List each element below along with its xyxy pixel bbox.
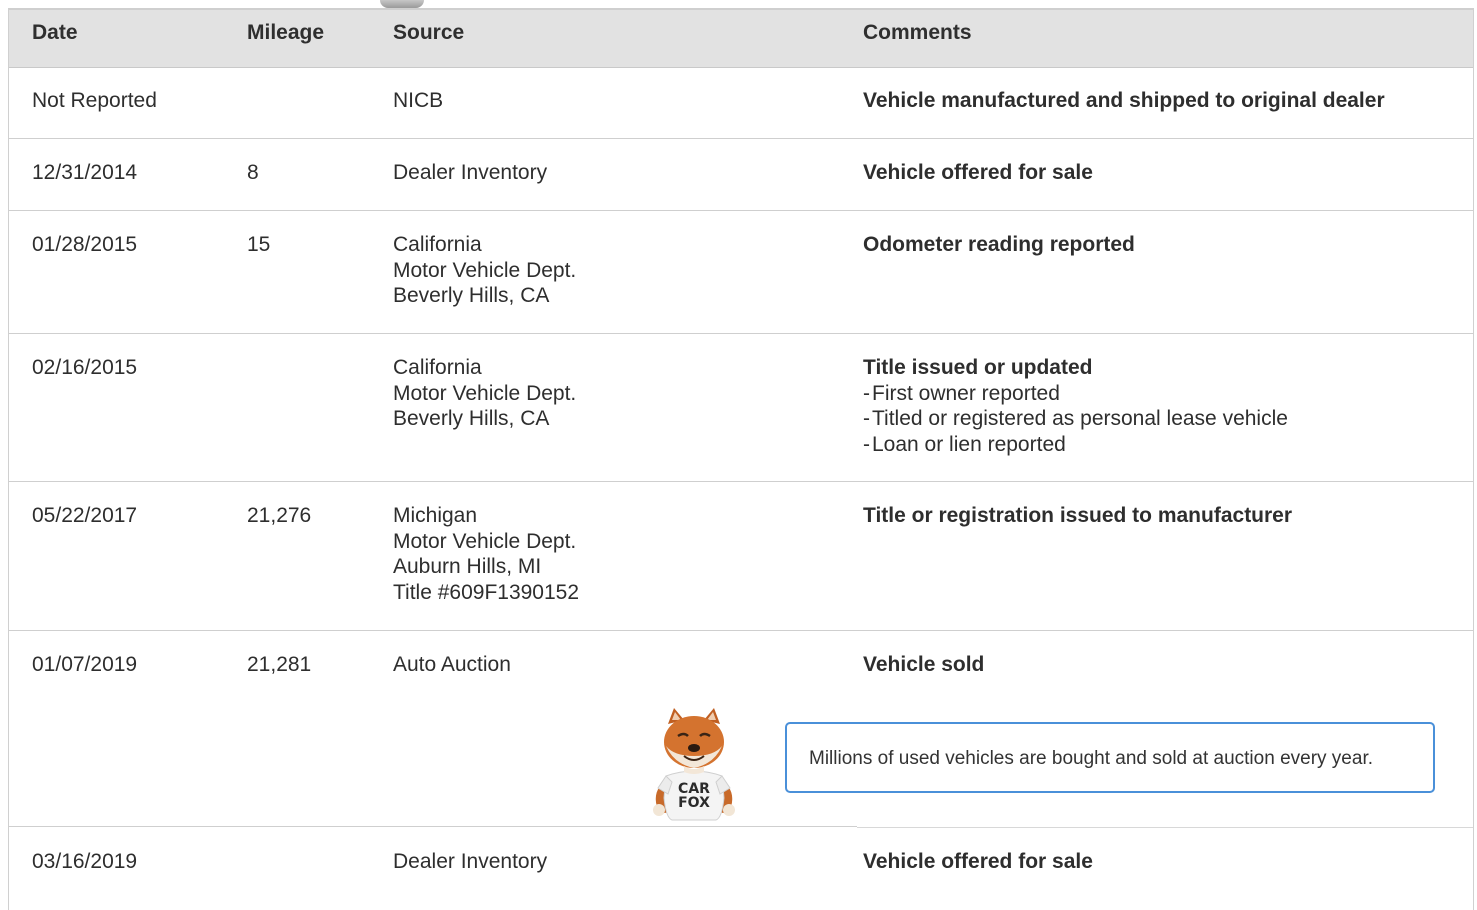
row-date: 12/31/2014 (32, 161, 138, 184)
source-line: Beverly Hills, CA (393, 284, 550, 307)
comment-detail-text: First owner reported (872, 381, 1060, 405)
table-header: Date Mileage Source Comments (9, 10, 1473, 68)
callout-text: Millions of used vehicles are bought and… (809, 748, 1373, 769)
comment-detail: -Loan or lien reported (863, 432, 1066, 456)
row-comments: Vehicle offered for sale (863, 160, 1093, 186)
source-line: Motor Vehicle Dept. (393, 258, 577, 282)
row-date: 03/16/2019 (32, 850, 138, 873)
comment-detail-text: Titled or registered as personal lease v… (872, 407, 1288, 430)
source-line: Auburn Hills, MI (393, 555, 542, 578)
row-mileage: 8 (247, 161, 259, 184)
row-mileage: 15 (247, 233, 271, 256)
row-divider (9, 333, 1473, 334)
header-date: Date (32, 21, 78, 44)
source-line: Title #609F1390152 (393, 580, 580, 604)
carfox-mascot-icon: CAR FOX (653, 708, 735, 821)
source-line: Motor Vehicle Dept. (393, 381, 577, 405)
source-line: California (393, 356, 482, 379)
row-comments: Title or registration issued to manufact… (863, 503, 1292, 529)
header-mileage: Mileage (247, 21, 325, 44)
source-line: Michigan (393, 504, 478, 527)
source-line: Auto Auction (393, 653, 511, 676)
row-divider (9, 630, 1473, 631)
comment-detail-text: Loan or lien reported (872, 432, 1066, 456)
row-comments: Vehicle manufactured and shipped to orig… (863, 88, 1385, 114)
top-mascot-fragment (380, 0, 424, 8)
row-comments: Odometer reading reported (863, 232, 1135, 258)
row-source: Dealer Inventory (393, 849, 547, 875)
row-comments: Vehicle sold (863, 652, 984, 678)
comment-title: Vehicle offered for sale (863, 850, 1093, 873)
source-line: Motor Vehicle Dept. (393, 529, 577, 553)
comment-detail: -Titled or registered as personal lease … (863, 407, 1288, 430)
comment-title: Title or registration issued to manufact… (863, 504, 1293, 527)
source-line: Dealer Inventory (393, 161, 548, 184)
row-source: Dealer Inventory (393, 160, 547, 186)
mascot-shirt-line2: FOX (678, 795, 710, 811)
row-source: California Motor Vehicle Dept. Beverly H… (393, 355, 576, 432)
source-line: Dealer Inventory (393, 850, 548, 873)
row-mileage: 21,276 (247, 504, 312, 527)
row-divider (9, 826, 857, 827)
row-date: 05/22/2017 (32, 504, 138, 527)
row-source: NICB (393, 88, 443, 114)
comment-title: Vehicle manufactured and shipped to orig… (863, 89, 1385, 112)
row-comments: Vehicle offered for sale (863, 849, 1093, 875)
comment-title: Vehicle sold (863, 653, 985, 676)
comment-title: Title issued or updated (863, 356, 1093, 379)
source-line: California (393, 233, 482, 256)
row-source: Michigan Motor Vehicle Dept. Auburn Hill… (393, 503, 579, 605)
row-divider (9, 138, 1473, 139)
source-line: NICB (393, 89, 444, 112)
comment-detail: -First owner reported (863, 381, 1060, 405)
row-divider (9, 481, 1473, 482)
row-divider (857, 827, 1473, 828)
row-source: California Motor Vehicle Dept. Beverly H… (393, 232, 576, 309)
row-date: Not Reported (32, 89, 157, 112)
row-date: 01/28/2015 (32, 233, 138, 256)
row-mileage: 21,281 (247, 653, 312, 676)
source-line: Beverly Hills, CA (393, 407, 550, 430)
header-source: Source (393, 21, 465, 44)
auction-tip-callout: Millions of used vehicles are bought and… (785, 722, 1435, 793)
row-date: 01/07/2019 (32, 653, 138, 676)
row-source: Auto Auction (393, 652, 511, 678)
header-comments: Comments (863, 21, 972, 44)
comment-title: Odometer reading reported (863, 233, 1135, 256)
comment-title: Vehicle offered for sale (863, 161, 1093, 184)
row-divider (9, 210, 1473, 211)
row-date: 02/16/2015 (32, 356, 138, 379)
row-comments: Title issued or updated -First owner rep… (863, 355, 1288, 457)
